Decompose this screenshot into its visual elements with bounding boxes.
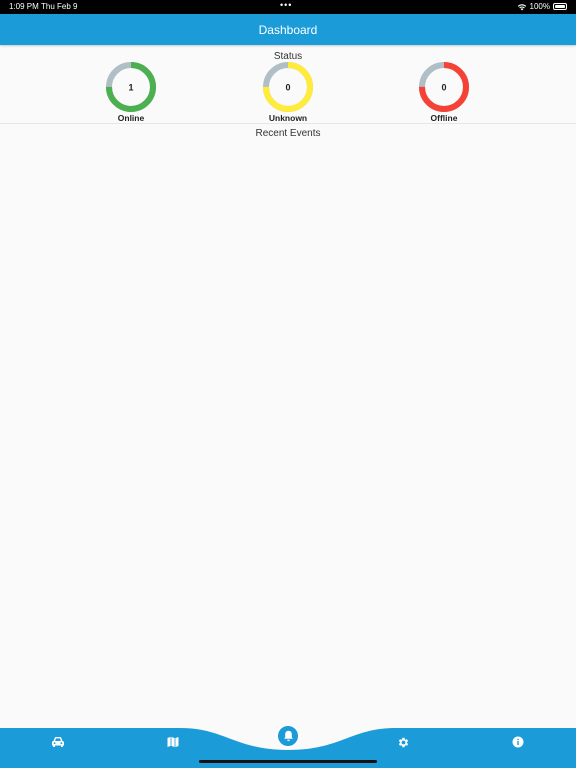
unknown-count: 0 xyxy=(285,83,290,93)
offline-ring-chart: 0 xyxy=(419,62,469,112)
online-count: 1 xyxy=(128,83,133,93)
unknown-ring-chart: 0 xyxy=(263,62,313,112)
wifi-icon xyxy=(517,3,526,10)
status-gauges: 1 Online 0 Unknown 0 Offline xyxy=(0,61,576,123)
online-label: Online xyxy=(117,113,145,123)
nav-settings[interactable] xyxy=(391,730,415,754)
gauge-online[interactable]: 1 Online xyxy=(91,61,171,123)
nav-about[interactable] xyxy=(506,730,530,754)
battery-percent: 100% xyxy=(529,2,550,11)
nav-events[interactable] xyxy=(276,724,300,748)
clock-time: 1:09 PM xyxy=(9,2,39,11)
system-status-bar: 1:09 PM Thu Feb 9 ••• 100% xyxy=(0,0,576,14)
clock-date: Thu Feb 9 xyxy=(41,2,78,11)
map-icon xyxy=(167,736,179,748)
app-bar: Dashboard xyxy=(0,14,576,45)
battery-icon xyxy=(553,3,567,10)
unknown-label: Unknown xyxy=(268,113,308,123)
info-icon xyxy=(512,736,524,748)
home-indicator[interactable] xyxy=(199,760,377,763)
online-ring-chart: 1 xyxy=(106,62,156,112)
gear-icon xyxy=(398,737,408,747)
bell-icon xyxy=(283,730,293,742)
multitasking-dots[interactable]: ••• xyxy=(280,0,292,10)
page-title: Dashboard xyxy=(258,22,318,37)
section-divider xyxy=(0,123,576,124)
recent-events-title: Recent Events xyxy=(255,128,321,139)
gauge-unknown[interactable]: 0 Unknown xyxy=(248,61,328,123)
nav-map[interactable] xyxy=(161,730,185,754)
recent-events-list xyxy=(0,142,576,714)
nav-vehicles[interactable] xyxy=(46,730,70,754)
offline-count: 0 xyxy=(441,83,446,93)
car-icon xyxy=(52,737,64,747)
gauge-offline[interactable]: 0 Offline xyxy=(404,61,484,123)
offline-label: Offline xyxy=(430,113,458,123)
status-indicators: 100% xyxy=(517,2,567,11)
